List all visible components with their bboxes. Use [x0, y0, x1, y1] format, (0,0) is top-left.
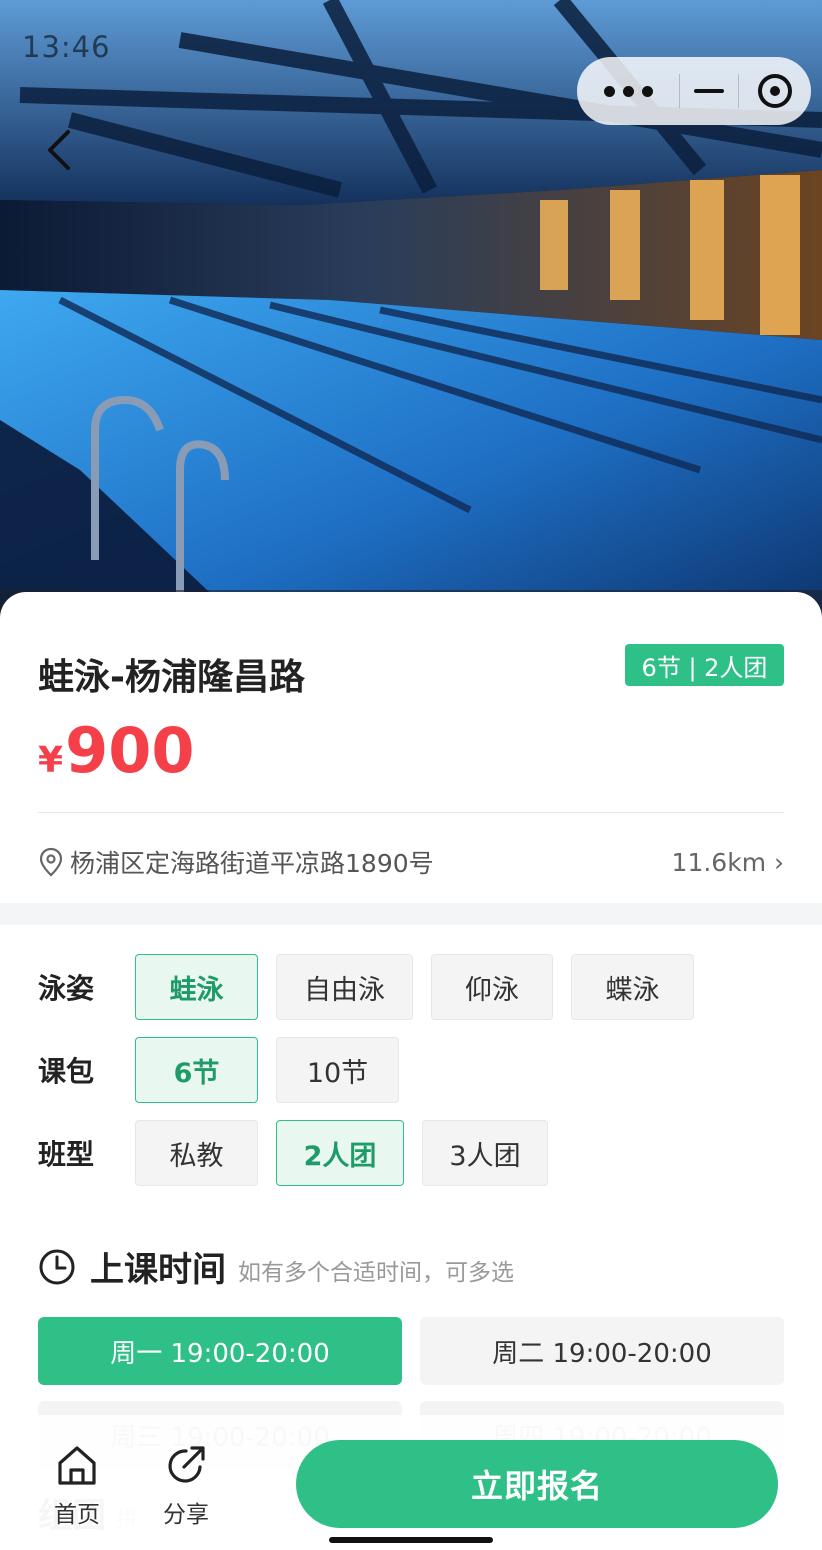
back-button[interactable] — [36, 120, 86, 180]
class-type-row: 班型 私教 2人团 3人团 — [38, 1120, 566, 1186]
home-indicator — [329, 1537, 493, 1543]
home-icon — [58, 1446, 96, 1485]
divider — [38, 812, 784, 813]
distance-text: 11.6km › — [671, 847, 784, 877]
package-badge: 6节 | 2人团 — [625, 644, 784, 686]
package-row: 课包 6节 10节 — [38, 1037, 417, 1103]
bottom-action-bar: 首页 分享 立即报名 — [0, 1415, 822, 1550]
stroke-option-backstroke[interactable]: 仰泳 — [431, 954, 553, 1020]
class-type-option-private[interactable]: 私教 — [135, 1120, 258, 1186]
price-value: 900 — [65, 714, 195, 787]
share-button[interactable]: 分享 — [146, 1443, 226, 1529]
currency-symbol: ¥ — [38, 740, 64, 781]
schedule-hint: 如有多个合适时间，可多选 — [238, 1259, 514, 1286]
address-row[interactable]: 杨浦区定海路街道平凉路1890号 11.6km › — [38, 844, 784, 880]
stroke-option-butterfly[interactable]: 蝶泳 — [571, 954, 694, 1020]
close-target-icon[interactable] — [739, 57, 811, 125]
minimize-icon[interactable] — [680, 57, 738, 125]
stroke-option-breaststroke[interactable]: 蛙泳 — [135, 954, 258, 1020]
address-text: 杨浦区定海路街道平凉路1890号 — [70, 849, 434, 878]
stroke-label: 泳姿 — [38, 972, 95, 1005]
course-card: 蛙泳-杨浦隆昌路 6节 | 2人团 ¥ 900 杨浦区定海路街道平凉路1890号… — [0, 592, 822, 1550]
class-type-option-3-person[interactable]: 3人团 — [422, 1120, 548, 1186]
home-label: 首页 — [54, 1502, 100, 1528]
section-separator — [0, 903, 822, 925]
package-option-10[interactable]: 10节 — [276, 1037, 399, 1103]
clock-icon — [39, 1249, 75, 1284]
signup-button[interactable]: 立即报名 — [296, 1440, 778, 1528]
miniprogram-capsule — [577, 57, 811, 125]
share-icon — [168, 1446, 205, 1483]
more-dots-icon[interactable] — [577, 57, 679, 125]
time-slot-monday[interactable]: 周一 19:00-20:00 — [38, 1317, 402, 1385]
stroke-option-freestyle[interactable]: 自由泳 — [276, 954, 413, 1020]
time-slot-tuesday[interactable]: 周二 19:00-20:00 — [420, 1317, 784, 1385]
class-type-option-2-person[interactable]: 2人团 — [276, 1120, 404, 1186]
package-label: 课包 — [38, 1055, 95, 1088]
package-option-6[interactable]: 6节 — [135, 1037, 258, 1103]
share-label: 分享 — [163, 1502, 209, 1528]
status-time: 13:46 — [22, 30, 111, 64]
price: ¥ 900 — [38, 714, 194, 787]
stroke-row: 泳姿 蛙泳 自由泳 仰泳 蝶泳 — [38, 954, 712, 1020]
class-type-label: 班型 — [38, 1138, 95, 1171]
schedule-title: 上课时间 — [90, 1250, 226, 1290]
hero-image: 13:46 — [0, 0, 822, 640]
course-title: 蛙泳-杨浦隆昌路 — [38, 657, 305, 698]
schedule-header: 上课时间 如有多个合适时间，可多选 — [38, 1242, 514, 1291]
location-pin-icon — [39, 847, 63, 877]
home-button[interactable]: 首页 — [37, 1443, 117, 1529]
chevron-left-icon — [48, 130, 70, 170]
